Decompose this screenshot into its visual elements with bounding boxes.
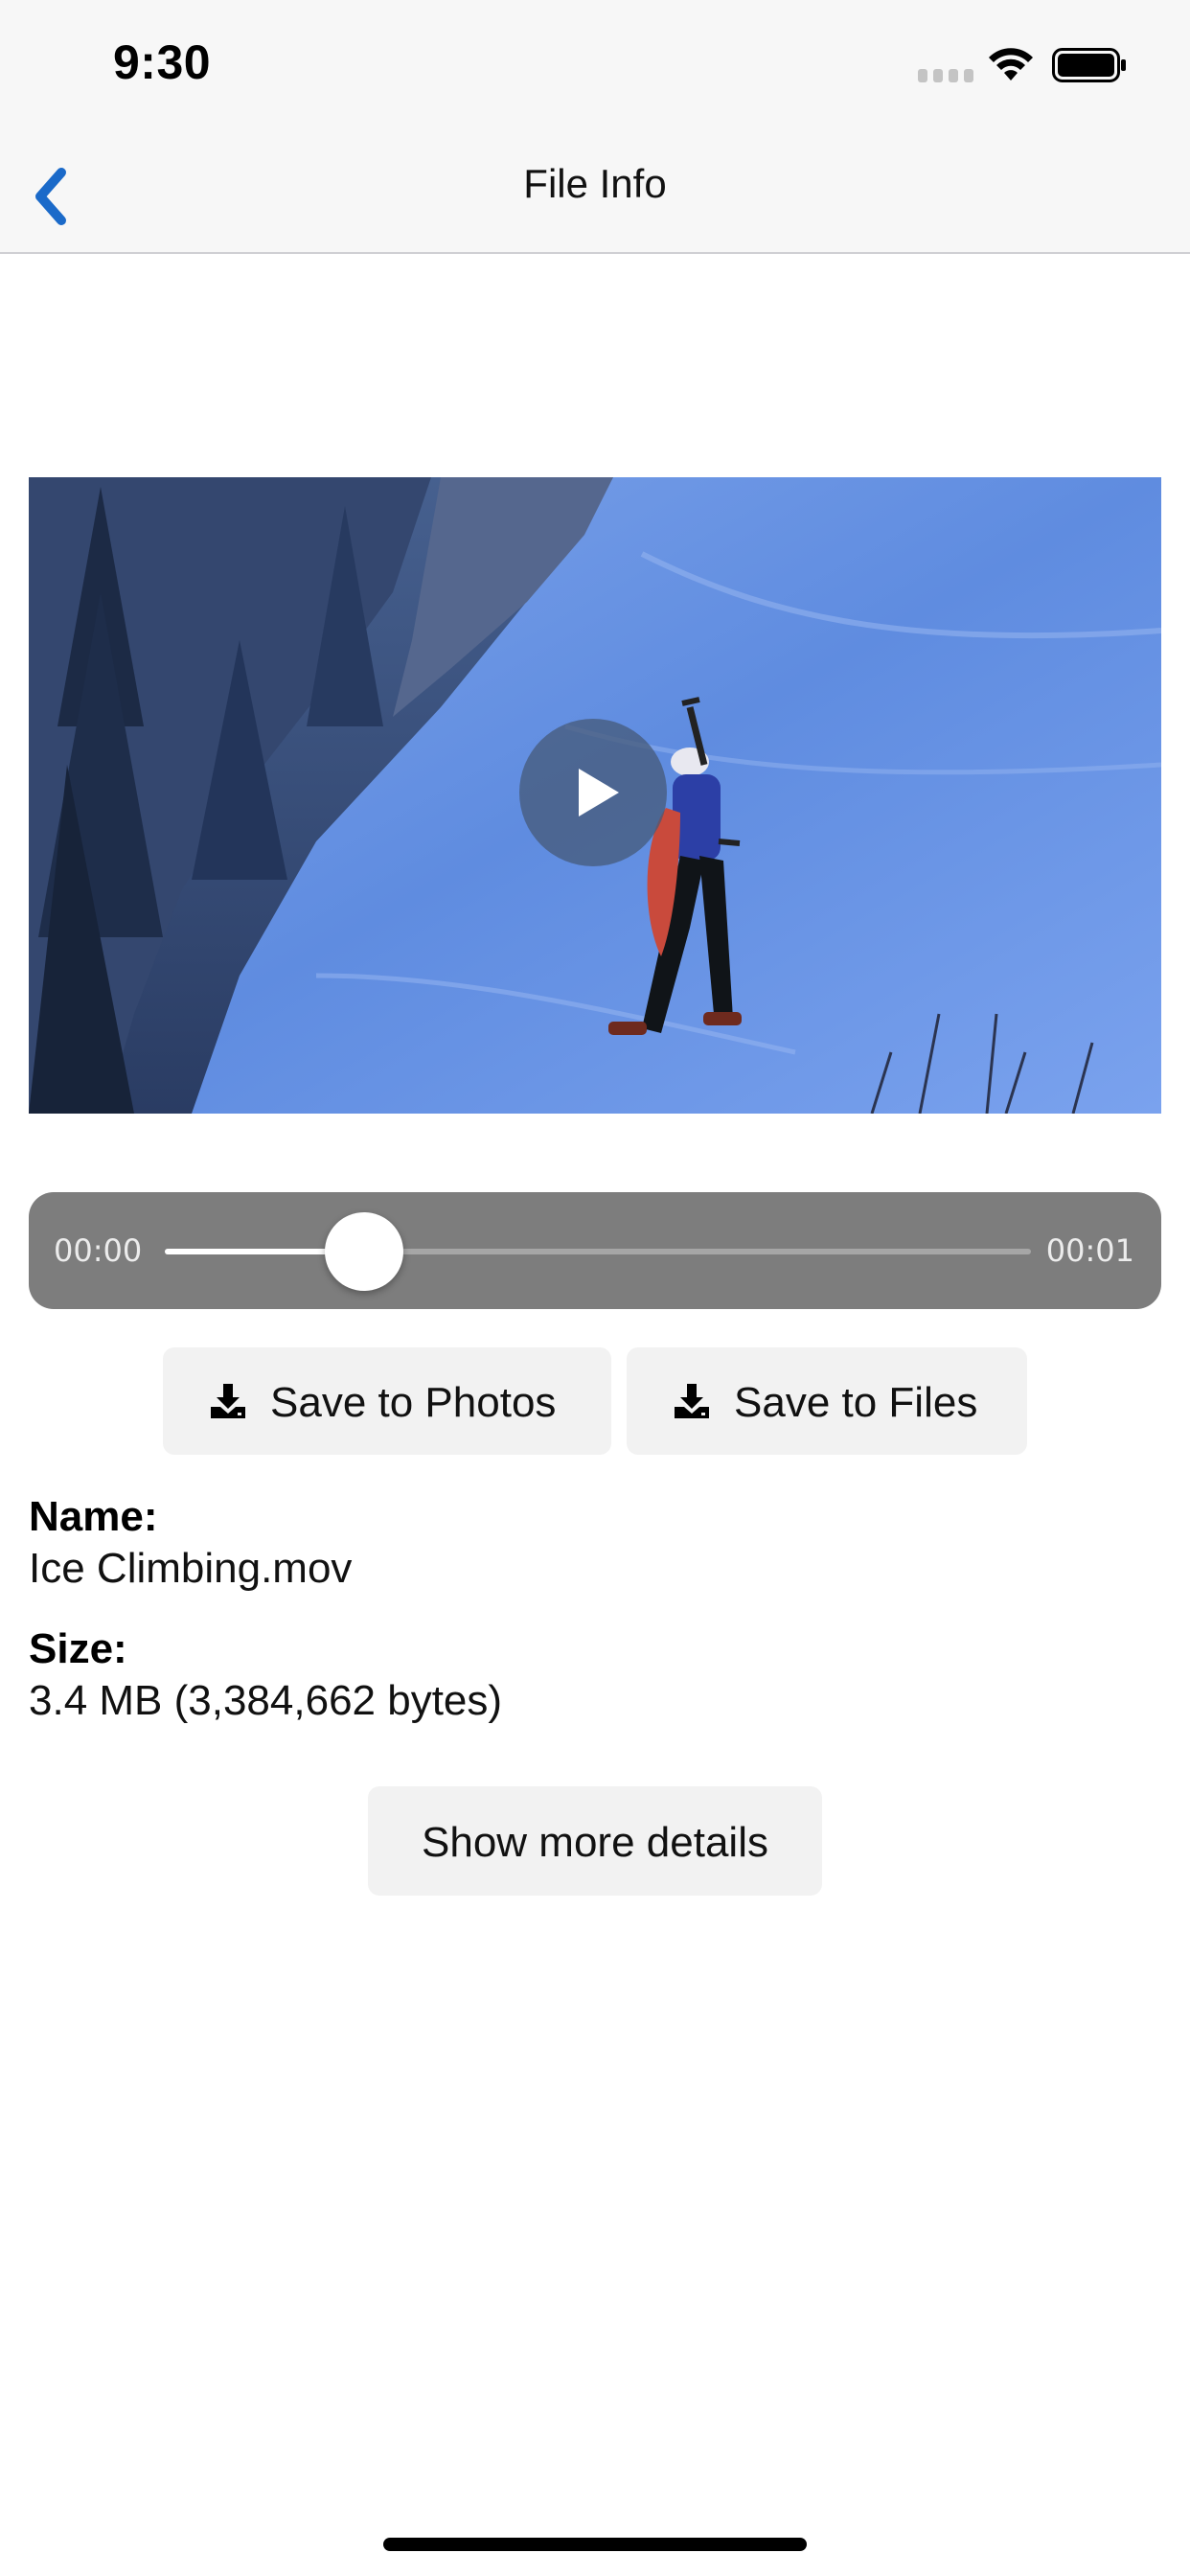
- status-bar: 9:30: [0, 0, 1190, 125]
- name-label: Name:: [29, 1493, 158, 1540]
- status-time: 9:30: [113, 35, 212, 89]
- file-name-value: Ice Climbing.mov: [29, 1545, 353, 1592]
- video-preview[interactable]: [29, 477, 1161, 1114]
- battery-icon: [1052, 48, 1126, 82]
- home-indicator: [383, 2538, 807, 2551]
- playback-scrubber: 00:00 00:01: [29, 1192, 1161, 1309]
- show-more-details-label: Show more details: [422, 1819, 768, 1866]
- show-more-details-button[interactable]: Show more details: [368, 1786, 822, 1896]
- save-to-files-label: Save to Files: [734, 1379, 978, 1426]
- nav-bar: File Info: [0, 125, 1190, 254]
- total-time: 00:01: [1045, 1232, 1134, 1269]
- size-label: Size:: [29, 1625, 127, 1672]
- wifi-icon: [989, 48, 1033, 80]
- progress-thumb[interactable]: [324, 1212, 403, 1291]
- save-to-files-button[interactable]: Save to Files: [627, 1347, 1027, 1455]
- elapsed-time: 00:00: [54, 1232, 143, 1269]
- save-to-photos-label: Save to Photos: [270, 1379, 557, 1426]
- save-to-photos-button[interactable]: Save to Photos: [163, 1347, 611, 1455]
- cellular-signal-icon: [918, 69, 973, 82]
- download-icon: [211, 1384, 245, 1418]
- file-size-value: 3.4 MB (3,384,662 bytes): [29, 1677, 503, 1724]
- download-icon: [675, 1384, 709, 1418]
- page-title: File Info: [523, 161, 667, 206]
- play-icon: [579, 769, 619, 816]
- play-button[interactable]: [519, 719, 667, 866]
- progress-track[interactable]: [165, 1212, 1031, 1291]
